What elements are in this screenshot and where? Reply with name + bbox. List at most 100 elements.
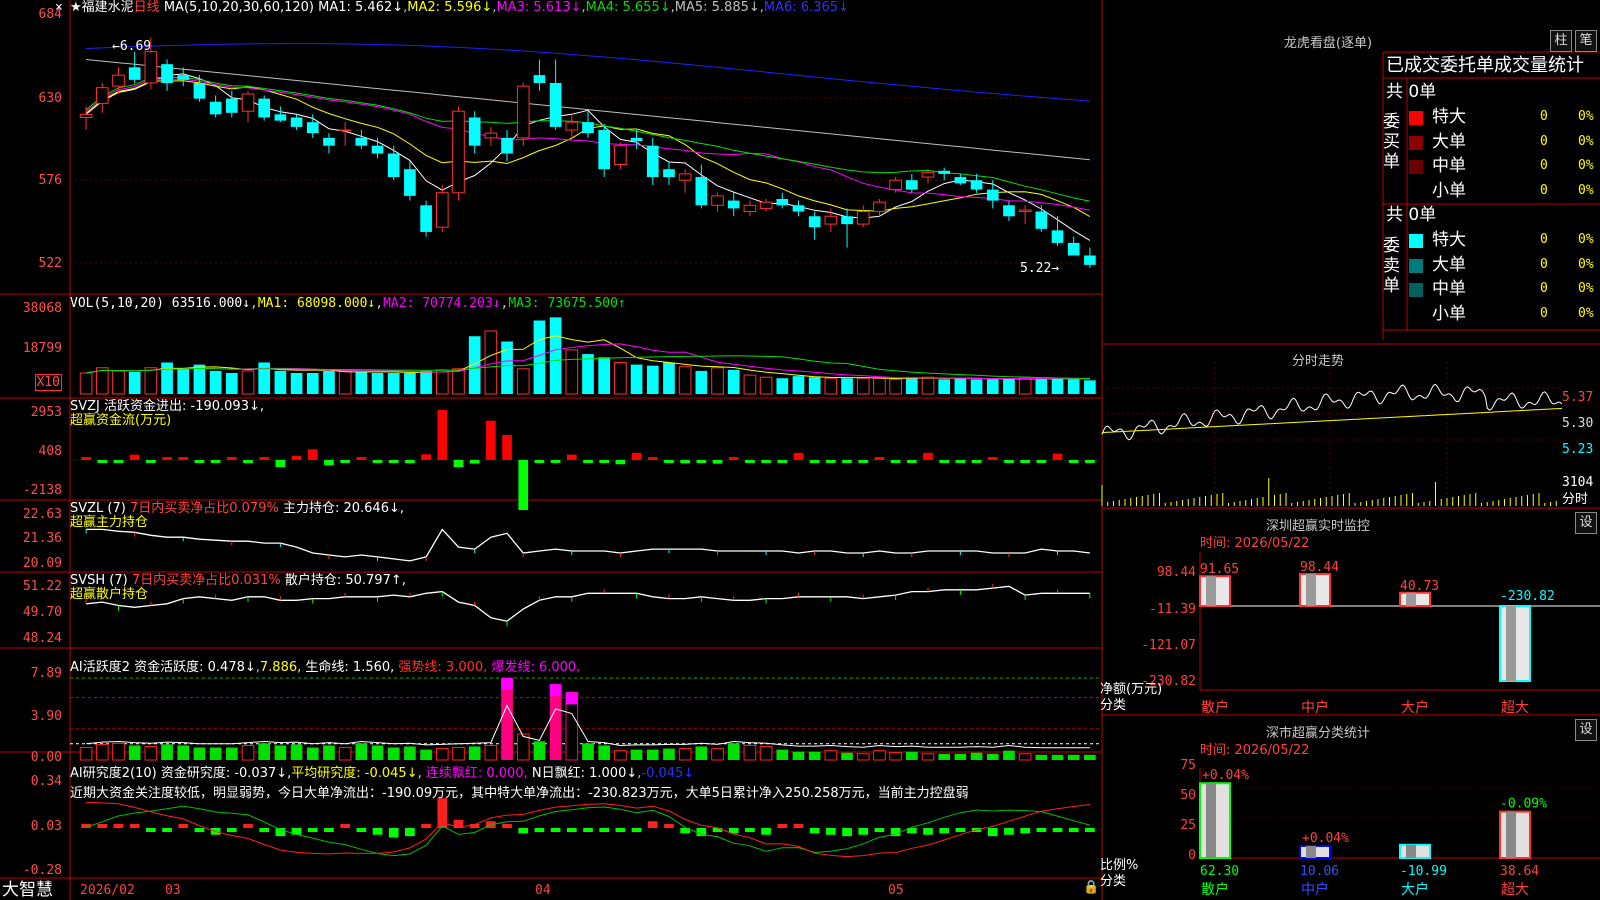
monitor-settings-button[interactable]: 设 [1575,512,1597,534]
lock-icon[interactable]: 🔒 [1083,880,1099,895]
volume-bar [128,371,141,394]
high-annotation: ←6.69 [112,39,152,54]
monitor-bar-value: 91.65 [1200,562,1239,577]
volume-bar [1003,378,1015,394]
ai-research-tick-label: 0.34 [30,774,62,789]
flow-bar [518,460,529,510]
volume-bar [144,367,158,395]
bar-mode-button[interactable]: 柱 [1550,30,1572,52]
research-bar [421,824,431,828]
classify-settings-button[interactable]: 设 [1575,719,1597,741]
flow-bar [146,460,156,463]
flow-bar [890,460,901,463]
volume-bar [678,366,692,395]
order-percent: 0% [1578,232,1594,247]
activity-bar [856,753,870,761]
research-bar [178,824,189,828]
intraday-avg-line [1101,407,1563,434]
activity-bar [663,748,675,760]
candle-body [79,113,93,118]
candle-body [241,93,255,112]
ai-research-tick-label: 0.03 [30,819,62,834]
volume-bar [743,374,757,395]
volume-bar [387,373,400,394]
candle-body [95,87,109,104]
flow-bar [599,460,610,463]
research-bar [194,828,205,833]
flow-bar [421,454,431,460]
vol-ma2: MA2: 70774.203↓ [383,296,501,311]
candle-body [824,215,838,225]
flow-bar [615,460,626,465]
tick-mode-button[interactable]: 笔 [1575,30,1597,52]
candle-body [1051,230,1064,243]
activity-bar [970,752,983,760]
volume-bar [484,330,498,395]
research-bar [793,823,804,828]
monitor-category-label: 中户 [1301,699,1329,716]
research-bar [987,828,998,837]
activity-bar [355,743,368,760]
ai-research-tick-label: -0.28 [22,863,62,878]
research-bar [129,824,140,828]
ma-line-120 [86,43,1090,102]
candle-body [1067,242,1080,256]
classify-bar-shade [1506,811,1516,858]
research-bar [955,828,966,833]
svzl-header: SVZL (7) 7日内买卖净占比0.079% 主力持仓: 20.646↓, [70,501,404,516]
classify-time: 时间: 2026/05/22 [1200,743,1310,758]
svsh-tick-label: 51.22 [22,579,62,594]
monitor-category-label: 大户 [1401,699,1429,716]
flow-bar [745,460,755,463]
research-bar [243,824,253,828]
volume-bar [241,370,255,395]
classify-bar-value: 62.30 [1200,864,1239,879]
candle-body [177,75,190,80]
flow-bar [728,457,739,460]
flow-bar [453,460,464,468]
lhb-tabs[interactable]: 已成交委托单成交量统计 [1386,55,1584,77]
monitor-bar-shade [1406,592,1416,606]
order-type-label: 特大 [1432,230,1466,250]
period-label[interactable]: 日线 [134,0,160,15]
research-bar [745,828,755,832]
order-count: 0 [1540,158,1548,173]
activity-bar [306,747,319,760]
legend-swatch [1409,234,1423,248]
flow-bar [486,420,496,460]
research-bar [307,828,318,833]
candle-body [678,173,692,181]
classify-ylabel: 比例% [1100,858,1139,873]
research-bar [858,828,869,835]
volume-bar [856,377,870,395]
legend-swatch [1409,184,1423,199]
candle-body [598,130,611,170]
candle-body [533,75,546,83]
activity-bar [241,744,255,761]
svzj-subtitle: 超赢资金流(万元) [70,413,172,428]
activity-bar [1018,753,1032,761]
activity-bar [1003,750,1015,760]
volume-bar [112,370,125,395]
activity-bar [258,743,271,760]
activity-bar [95,743,109,761]
activity-bar [290,744,303,760]
flow-bar [81,457,91,460]
research-bar [162,828,172,832]
candle-body [144,51,158,84]
order-type-label: 特大 [1432,107,1466,127]
candle-body [614,145,627,166]
candle-body [549,82,562,127]
volume-bar [209,370,222,394]
research-bar [146,828,156,832]
activity-bar [954,753,967,760]
svsh-header: SVSH (7) 7日内买卖净占比0.031% 散户持仓: 50.797↑, [70,573,406,588]
flow-bar [469,460,480,464]
volume-bar [323,370,335,394]
research-bar [113,824,124,828]
candle-body [727,200,740,209]
candle-body [355,137,368,146]
classify-tick-label: 25 [1180,818,1196,833]
activity-bar [1051,754,1064,760]
retail-holding-line [86,585,1090,622]
